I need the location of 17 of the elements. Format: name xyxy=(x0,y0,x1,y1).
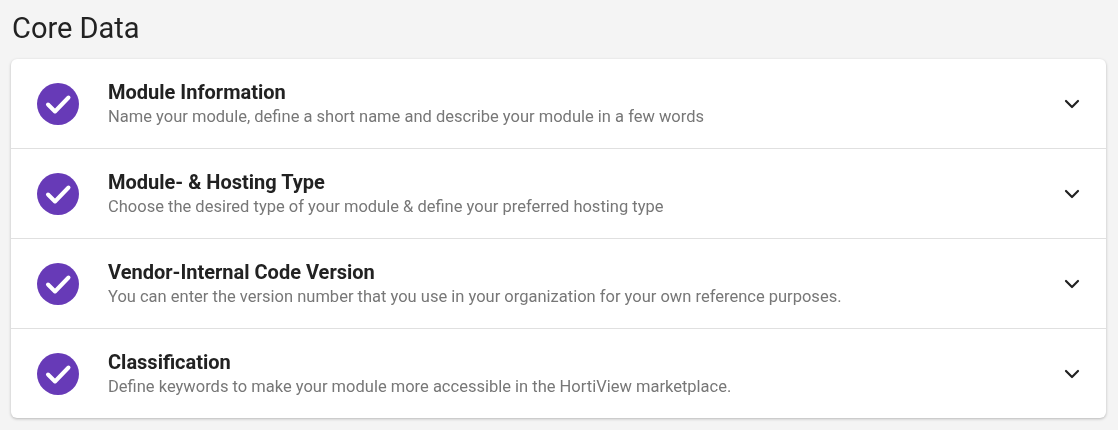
section-description: Choose the desired type of your module & define your preferred hosting type xyxy=(108,195,665,218)
chevron-down-icon[interactable] xyxy=(1064,188,1080,199)
section-title: Module- & Hosting Type xyxy=(108,168,326,195)
section-header[interactable]: Classification Define keywords to make your module more accessible in the HortiView marketplace. xyxy=(11,329,1106,418)
page-title: Core Data xyxy=(12,10,141,47)
chevron-down-icon[interactable] xyxy=(1064,278,1080,289)
section-title: Module Information xyxy=(108,78,287,105)
chevron-down-icon[interactable] xyxy=(1064,368,1080,379)
section-header[interactable]: Module- & Hosting Type Choose the desired type of your module & define your preferred hosting type xyxy=(11,149,1106,239)
section-title: Vendor-Internal Code Version xyxy=(108,258,376,285)
section-header[interactable]: Module Information Name your module, define a short name and describe your module in a few words xyxy=(11,59,1106,149)
section-header[interactable]: Vendor-Internal Code Version You can enter the version number that you use in your organization for your own reference purposes. xyxy=(11,239,1106,329)
section-title: Classification xyxy=(108,348,232,375)
section-description: You can enter the version number that you use in your organization for your own reference purposes. xyxy=(108,285,843,308)
section-description: Define keywords to make your module more accessible in the HortiView marketplace. xyxy=(108,375,733,398)
section-description: Name your module, define a short name and describe your module in a few words xyxy=(108,105,705,128)
chevron-down-icon[interactable] xyxy=(1064,98,1080,109)
